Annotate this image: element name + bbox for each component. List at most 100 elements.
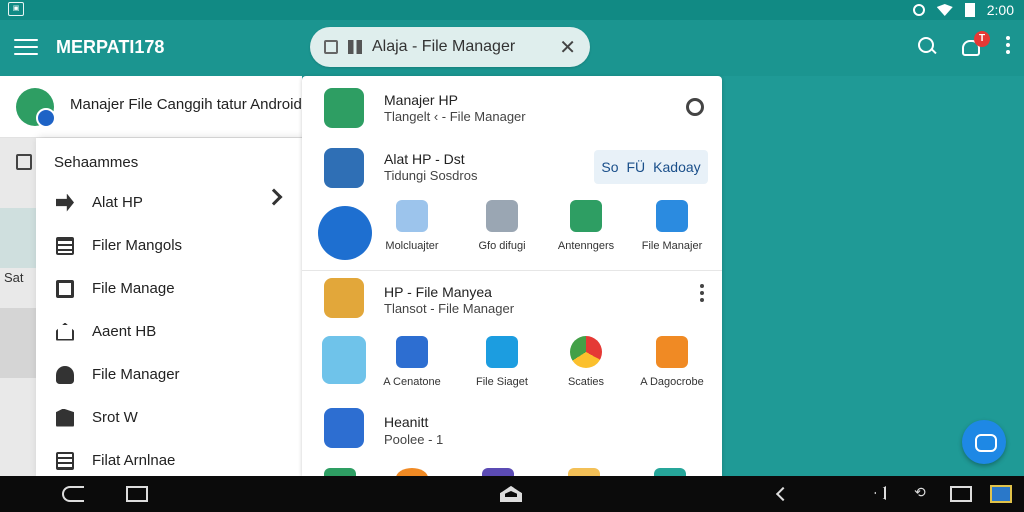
app-bar: MERPATI178 Alaja - File Manager ✕ T — [0, 20, 1024, 76]
arrow-icon — [56, 193, 74, 212]
navigation-drawer: Sehaammes Alat HP Filer Mangols File Man… — [36, 138, 302, 476]
book-icon[interactable] — [16, 154, 32, 170]
flag-icon — [56, 408, 74, 427]
sync-icon — [912, 4, 925, 16]
app-icon[interactable] — [654, 468, 686, 476]
drawer-item-alat-hp[interactable]: Alat HP — [36, 181, 302, 224]
browser-app-icon[interactable] — [318, 206, 372, 260]
drawer-item-label: Filat Arnlnae — [92, 452, 176, 469]
drawer-item-label: File Manager — [92, 366, 180, 383]
archive-icon — [56, 451, 74, 470]
divider — [302, 270, 722, 271]
home-icon[interactable] — [500, 486, 522, 502]
tile-gfo-difugi[interactable]: Gfo difugi — [458, 200, 546, 252]
tile-file-manajer[interactable]: File Manajer — [628, 200, 716, 252]
close-icon[interactable]: ✕ — [559, 35, 576, 60]
system-navigation-bar: ⟲ — [0, 476, 1024, 512]
tile-a-dagocrobe[interactable]: A Dagocrobe — [628, 336, 716, 388]
app-icon[interactable] — [396, 468, 428, 476]
android-icon — [570, 200, 602, 232]
tab-label: Alaja - File Manager — [372, 38, 516, 55]
drawer-item-label: Srot W — [92, 409, 138, 426]
kadoay-button[interactable]: So FÜ Kadoay — [594, 150, 708, 184]
tools-app-icon[interactable] — [324, 148, 364, 188]
status-bar: ▣ 2:00 — [0, 0, 1024, 20]
app-icon[interactable] — [482, 468, 514, 476]
thumbnail-image[interactable] — [0, 208, 38, 268]
grid-icon — [348, 40, 362, 54]
play-icon — [656, 200, 688, 232]
wifi-icon — [936, 4, 953, 16]
panel-title: Manajer File Canggih tatur Android — [70, 96, 302, 113]
tile-a-cenatone[interactable]: A Cenatone — [368, 336, 456, 388]
section-title: HP - File Manyea — [384, 284, 492, 300]
drawer-item-file-manager[interactable]: File Manager — [36, 353, 302, 396]
folder-icon[interactable] — [568, 468, 600, 476]
drawer-item-srot-w[interactable]: Srot W — [36, 396, 302, 439]
drawer-item-aaent-hb[interactable]: Aaent HB — [36, 310, 302, 353]
map-pin-icon — [396, 336, 428, 368]
chevron-right-icon — [265, 188, 283, 206]
cloud-icon — [56, 365, 74, 384]
gear-icon[interactable] — [686, 98, 704, 116]
floating-action-button[interactable] — [962, 420, 1006, 464]
search-icon[interactable] — [918, 36, 938, 57]
list-icon — [56, 236, 74, 255]
media-icon — [656, 336, 688, 368]
cast-icon[interactable] — [950, 486, 972, 502]
tile-label: Scaties — [567, 376, 605, 388]
file-manager-app-icon[interactable] — [324, 88, 364, 128]
tile-scaties[interactable]: Scaties — [542, 336, 630, 388]
tile-label: A Dagocrobe — [640, 376, 704, 388]
keyboard-icon[interactable] — [990, 485, 1012, 503]
section-title: Heanitt — [384, 414, 429, 430]
document-icon — [56, 279, 74, 298]
notification-badge: T — [974, 30, 990, 47]
section-subtitle: Tlansot - File Manager — [384, 301, 515, 316]
tile-label: File Manajer — [641, 240, 703, 252]
screenshot-icon: ▣ — [8, 2, 24, 16]
tile-antenngers[interactable]: Antenngers — [542, 200, 630, 252]
document-icon — [396, 200, 428, 232]
section-subtitle: Tlangelt ‹ - File Manager — [384, 109, 526, 124]
menu-icon[interactable] — [14, 39, 38, 57]
recents-icon[interactable] — [126, 486, 148, 502]
section-subtitle: Poolee - 1 — [384, 432, 444, 447]
button-label: Kadoay — [653, 159, 701, 175]
notes-app-icon[interactable] — [324, 408, 364, 448]
tile-molcluajter[interactable]: Molcluajter — [368, 200, 456, 252]
tile-file-siaget[interactable]: File Siaget — [458, 336, 546, 388]
back-triangle-icon[interactable] — [874, 486, 886, 500]
drawer-item-label: File Manage — [92, 280, 175, 297]
button-prefix: So — [601, 159, 619, 175]
window-icon — [486, 336, 518, 368]
clock-text: 2:00 — [986, 2, 1014, 18]
folder-app-icon[interactable] — [324, 278, 364, 318]
drawer-title: Sehaammes — [54, 154, 139, 171]
file-icon — [486, 200, 518, 232]
thumbnail-image[interactable] — [0, 308, 38, 378]
strip-label: Sat — [4, 270, 24, 285]
drawer-item-filer-mangols[interactable]: Filer Mangols — [36, 224, 302, 267]
notifications-button[interactable]: T — [962, 30, 990, 57]
more-options-icon[interactable] — [700, 284, 704, 305]
drawer-item-file-manage[interactable]: File Manage — [36, 267, 302, 310]
battery-icon — [964, 3, 975, 17]
drawer-item-label: Aaent HB — [92, 323, 157, 340]
chevron-left-icon[interactable] — [775, 486, 791, 502]
section-title: Manajer HP — [384, 92, 458, 108]
panel-header: Manajer File Canggih tatur Android — [0, 76, 302, 138]
app-icon[interactable] — [324, 468, 356, 476]
section-title: Alat HP - Dst — [384, 151, 465, 167]
rotate-icon[interactable]: ⟲ — [914, 484, 932, 500]
back-icon[interactable] — [62, 486, 84, 502]
tile-label: Molcluajter — [385, 240, 439, 252]
section-subtitle: Tidungi Sosdros — [384, 168, 478, 183]
calendar-app-icon[interactable] — [322, 336, 366, 384]
tab-file-manager[interactable]: Alaja - File Manager ✕ — [310, 27, 590, 67]
tile-label: Gfo difugi — [478, 240, 526, 252]
more-options-icon[interactable] — [1006, 36, 1010, 57]
tile-label: A Cenatone — [383, 376, 441, 388]
drawer-item-label: Filer Mangols — [92, 237, 183, 254]
tab-square-icon — [324, 40, 338, 54]
